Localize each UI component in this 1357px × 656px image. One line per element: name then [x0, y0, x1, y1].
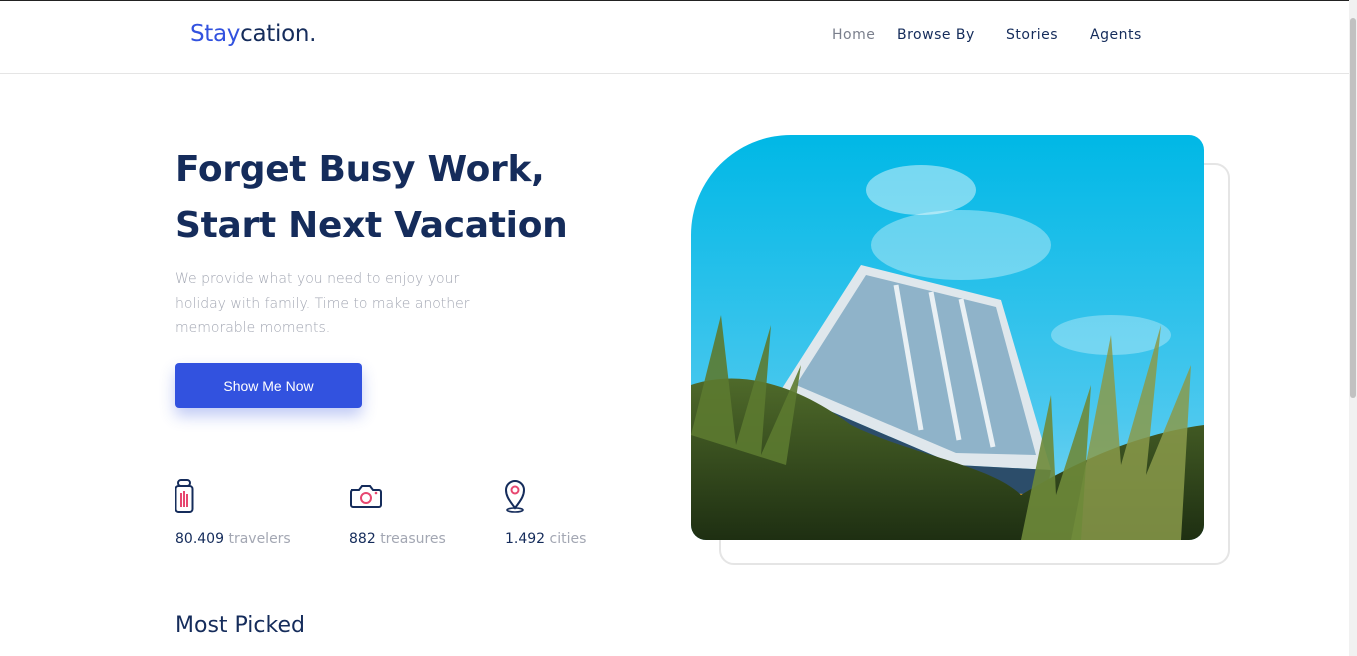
hero-image [691, 135, 1204, 540]
brand-rest: cation. [240, 21, 317, 47]
luggage-icon [174, 479, 194, 513]
nav-agents[interactable]: Agents [1090, 27, 1142, 43]
navbar: Staycation. Home Browse By Stories Agent… [0, 1, 1349, 74]
nav-browse-by[interactable]: Browse By [897, 27, 975, 43]
hero-title-line-1: Forget Busy Work, [175, 149, 545, 190]
stat-treasures: 882 treasures [349, 478, 446, 547]
hero-title-line-2: Start Next Vacation [175, 205, 568, 246]
page-scrollbar[interactable] [1349, 0, 1357, 656]
hero-title: Forget Busy Work, Start Next Vacation [175, 142, 568, 254]
stat-travelers: 80.409 travelers [174, 478, 291, 547]
scrollbar-thumb[interactable] [1350, 18, 1356, 398]
hero-description: We provide what you need to enjoy your h… [175, 271, 470, 336]
brand-logo[interactable]: Staycation. [190, 21, 316, 47]
map-pin-icon [504, 480, 526, 513]
stat-label: travelers [228, 531, 291, 547]
stat-travelers-text: 80.409 travelers [175, 531, 291, 547]
nav-home[interactable]: Home [832, 27, 875, 43]
nav-stories[interactable]: Stories [1006, 27, 1058, 43]
stat-value: 882 [349, 531, 376, 547]
show-me-now-button[interactable]: Show Me Now [175, 363, 362, 408]
brand-accent: Stay [190, 21, 241, 47]
stat-value: 1.492 [505, 531, 546, 547]
cabin-landscape-image [691, 135, 1204, 540]
stat-cities: 1.492 cities [504, 478, 586, 547]
stat-treasures-text: 882 treasures [349, 531, 446, 547]
stat-value: 80.409 [175, 531, 224, 547]
camera-icon [350, 485, 382, 508]
stat-cities-text: 1.492 cities [505, 531, 586, 547]
most-picked-title: Most Picked [175, 613, 305, 638]
stat-label: cities [549, 531, 587, 547]
stat-label: treasures [380, 531, 446, 547]
